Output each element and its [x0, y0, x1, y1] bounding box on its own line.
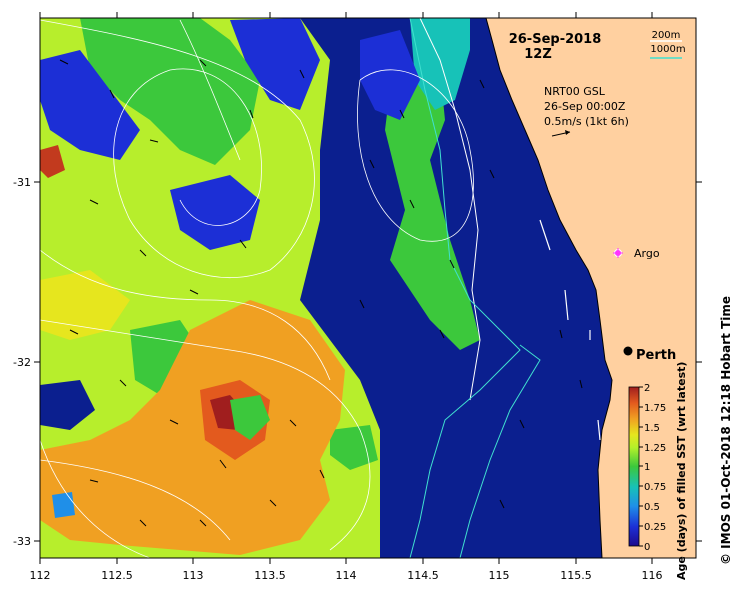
x-tick-label: 113.5 — [254, 569, 286, 582]
x-tick-label: 114.5 — [407, 569, 439, 582]
credit-text: © IMOS 01-Oct-2018 12:18 Hobart Time — [719, 296, 733, 565]
x-tick-label: 113 — [183, 569, 204, 582]
y-tick-label: -31 — [13, 176, 31, 189]
x-tick-label: 112 — [30, 569, 51, 582]
x-tick-label: 115 — [489, 569, 510, 582]
current-legend-source: NRT00 GSL — [544, 85, 606, 98]
x-tick-label: 112.5 — [101, 569, 133, 582]
perth-marker — [623, 346, 633, 356]
colorbar-tick-label: 0 — [644, 542, 650, 553]
colorbar-tick-label: 0.75 — [644, 482, 666, 493]
colorbar — [628, 386, 640, 547]
colorbar-tick-label: 1.25 — [644, 443, 666, 454]
map-plot-area — [40, 18, 696, 558]
argo-label: Argo — [634, 247, 660, 260]
depth-legend-200m-label: 200m — [652, 30, 681, 41]
colorbar-tick-label: 1 — [644, 462, 650, 473]
x-tick-label: 116 — [642, 569, 663, 582]
current-legend-time: 26-Sep 00:00Z — [544, 100, 626, 113]
colorbar-tick-label: 0.25 — [644, 522, 666, 533]
y-tick-label: -32 — [13, 356, 31, 369]
perth-label: Perth — [636, 348, 676, 363]
y-tick-label: -33 — [13, 535, 31, 548]
depth-legend-1000m-label: 1000m — [650, 44, 685, 55]
colorbar-tick-label: 2 — [644, 383, 650, 394]
map-date: 26-Sep-2018 — [509, 32, 602, 47]
colorbar-tick-label: 1.75 — [644, 403, 666, 414]
sst-age-map: 112 112.5 113 113.5 114 114.5 115 115.5 … — [13, 12, 733, 582]
map-time: 12Z — [524, 47, 552, 62]
sst-age-region-cyan-sw — [52, 492, 75, 518]
x-tick-label: 115.5 — [560, 569, 592, 582]
colorbar-tick-label: 1.5 — [644, 423, 660, 434]
colorbar-title: Age (days) of filled SST (wrt latest) — [675, 362, 688, 580]
x-tick-label: 114 — [336, 569, 357, 582]
colorbar-tick-label: 0.5 — [644, 502, 660, 513]
x-axis-labels: 112 112.5 113 113.5 114 114.5 115 115.5 … — [30, 569, 663, 582]
y-axis-labels: -31 -32 -33 — [13, 176, 31, 548]
current-legend-scale: 0.5m/s (1kt 6h) — [544, 115, 629, 128]
